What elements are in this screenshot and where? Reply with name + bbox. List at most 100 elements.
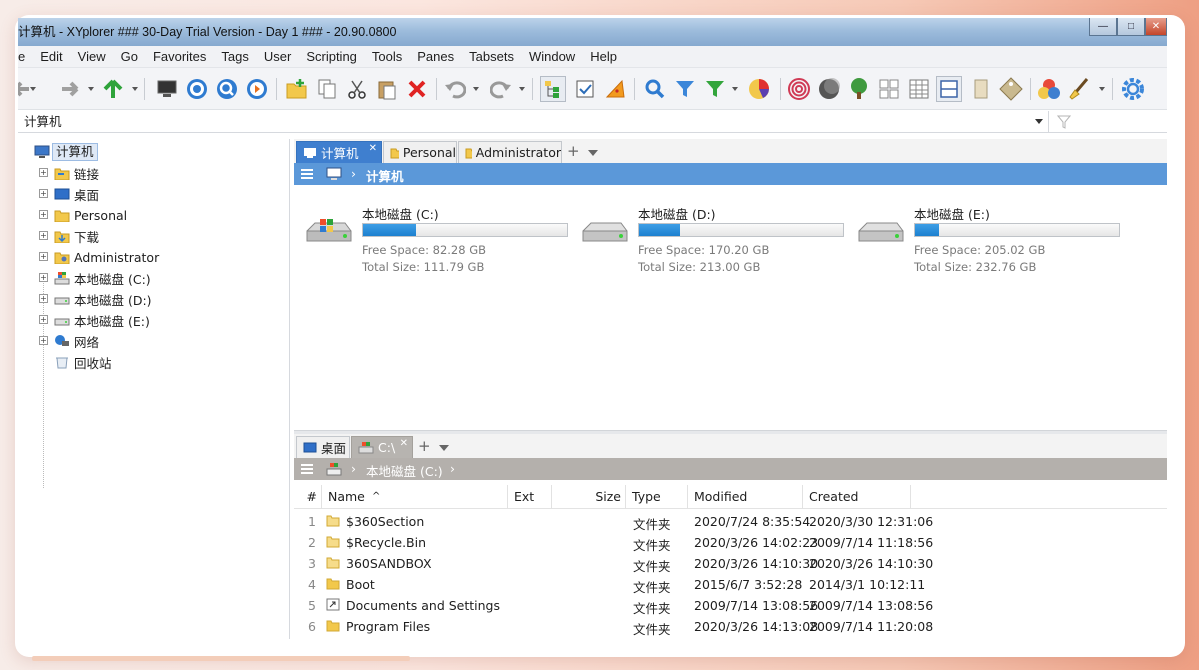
menu-favorites[interactable]: Favorites [153,49,206,64]
new-folder-icon[interactable] [284,76,310,102]
column-header-ext[interactable]: Ext [508,485,552,509]
close-button[interactable]: ✕ [1145,18,1167,36]
tree-root[interactable]: 计算机 [18,142,290,162]
column-header-num[interactable]: # [294,485,322,509]
grid-icon[interactable] [876,76,902,102]
filter-box[interactable] [1048,111,1167,132]
menu-edit[interactable]: Edit [40,49,62,64]
find-circle-icon[interactable] [214,76,240,102]
play-circle-icon[interactable] [244,76,270,102]
color-balls-icon[interactable] [1036,76,1062,102]
menu-tools[interactable]: Tools [372,49,402,64]
column-header-type[interactable]: Type [626,485,688,509]
drive-e-tile[interactable]: 本地磁盘 (E:) Free Space: 205.02 GB Total Si… [856,203,1126,274]
tree-item[interactable]: + 桌面 [18,184,290,204]
expand-toggle-icon[interactable]: + [39,189,48,198]
menu-help[interactable]: Help [590,49,617,64]
tree-item[interactable]: + 链接 [18,163,290,183]
table-row[interactable]: 5 Documents and Settings 文件夹 2009/7/14 13:0… [294,595,1167,616]
tab-list-dropdown-icon[interactable] [439,445,449,451]
column-header-size[interactable]: Size [552,485,626,509]
column-header-modified[interactable]: Modified [688,485,803,509]
address-input[interactable]: 计算机 [24,114,62,129]
target-icon[interactable] [184,76,210,102]
filter-icon[interactable] [672,76,698,102]
expand-toggle-icon[interactable]: + [39,315,48,324]
menu-window[interactable]: Window [529,49,575,64]
up-arrow-icon[interactable] [100,76,126,102]
up-dropdown-icon[interactable] [132,87,138,91]
menu-file[interactable]: e [18,49,25,64]
tab-personal[interactable]: Personal [383,141,457,163]
tree-item[interactable]: + 网络 [18,331,290,351]
maximize-button[interactable]: □ [1117,18,1145,36]
menu-icon[interactable] [301,464,313,474]
moon-icon[interactable] [816,76,842,102]
computer-icon[interactable] [154,76,180,102]
back-dropdown-icon[interactable] [30,87,36,91]
breadcrumb-item[interactable]: 计算机 [366,166,404,185]
green-filter-icon[interactable] [702,76,728,102]
tag-icon[interactable] [998,76,1024,102]
checkbox-icon[interactable] [572,76,598,102]
menu-tabsets[interactable]: Tabsets [469,49,514,64]
menu-panes[interactable]: Panes [417,49,454,64]
tab-close-icon[interactable]: ✕ [400,438,408,449]
tab-computer[interactable]: 计算机 ✕ [296,141,382,163]
tab-close-icon[interactable]: ✕ [369,143,377,154]
menu-go[interactable]: Go [121,49,138,64]
tree-item[interactable]: + 本地磁盘 (E:) [18,310,290,330]
tree-item[interactable]: + 本地磁盘 (D:) [18,289,290,309]
table-row[interactable]: 2 $Recycle.Bin 文件夹 2020/3/26 14:02:23 2009/7… [294,532,1167,553]
brush-dropdown-icon[interactable] [1099,87,1105,91]
forward-dropdown-icon[interactable] [88,87,94,91]
redo-icon[interactable] [488,76,514,102]
redo-dropdown-icon[interactable] [519,87,525,91]
expand-toggle-icon[interactable]: + [39,168,48,177]
drive-d-tile[interactable]: 本地磁盘 (D:) Free Space: 170.20 GB Total Si… [580,203,850,274]
cut-icon[interactable] [344,76,370,102]
undo-icon[interactable] [442,76,468,102]
title-bar[interactable]: 计算机 - XYplorer ### 30-Day Trial Version … [18,18,1167,46]
tree-item[interactable]: + Personal [18,205,290,225]
menu-icon[interactable] [301,169,313,179]
new-tab-button[interactable]: + [418,437,431,455]
menu-tags[interactable]: Tags [221,49,248,64]
tab-list-dropdown-icon[interactable] [588,150,598,156]
table-row[interactable]: 6 Program Files 文件夹 2020/3/26 14:13:08 2009/… [294,616,1167,637]
expand-toggle-icon[interactable]: + [39,336,48,345]
menu-user[interactable]: User [264,49,291,64]
menu-view[interactable]: View [78,49,106,64]
menu-scripting[interactable]: Scripting [306,49,357,64]
table-row[interactable]: 4 Boot 文件夹 2015/6/7 3:52:28 2014/3/1 10:12:1… [294,574,1167,595]
forward-arrow-icon[interactable] [56,76,82,102]
pie-chart-icon[interactable] [746,76,772,102]
expand-toggle-icon[interactable]: + [39,273,48,282]
delete-icon[interactable] [404,76,430,102]
tree-item[interactable]: + 下载 [18,226,290,246]
pie-slice-icon[interactable] [602,76,628,102]
undo-dropdown-icon[interactable] [473,87,479,91]
panel-icon[interactable] [968,76,994,102]
brush-icon[interactable] [1066,76,1092,102]
filter-dropdown-icon[interactable] [732,87,738,91]
spiral-icon[interactable] [786,76,812,102]
breadcrumb-item[interactable]: 本地磁盘 (C:) [366,461,443,480]
tab-desktop[interactable]: 桌面 [296,436,350,458]
tree-view-icon[interactable] [846,76,872,102]
table-row[interactable]: 1 $360Section 文件夹 2020/7/24 8:35:54 2020/3/3… [294,511,1167,532]
expand-toggle-icon[interactable]: + [39,294,48,303]
tree-icon[interactable] [540,76,566,102]
expand-toggle-icon[interactable]: + [39,210,48,219]
address-bar[interactable]: 计算机 [18,111,1167,133]
split-horizontal-icon[interactable] [936,76,962,102]
address-dropdown-icon[interactable] [1035,119,1043,124]
details-grid-icon[interactable] [906,76,932,102]
tab-c-drive[interactable]: C:\ ✕ [351,436,413,458]
tree-item[interactable]: + 本地磁盘 (C:) [18,268,290,288]
new-tab-button[interactable]: + [567,142,580,160]
drive-c-tile[interactable]: 本地磁盘 (C:) Free Space: 82.28 GB Total Siz… [304,203,574,274]
copy-icon[interactable] [314,76,340,102]
column-header-name[interactable]: Name ^ [322,485,508,509]
table-row[interactable]: 3 360SANDBOX 文件夹 2020/3/26 14:10:30 2020/3/2… [294,553,1167,574]
